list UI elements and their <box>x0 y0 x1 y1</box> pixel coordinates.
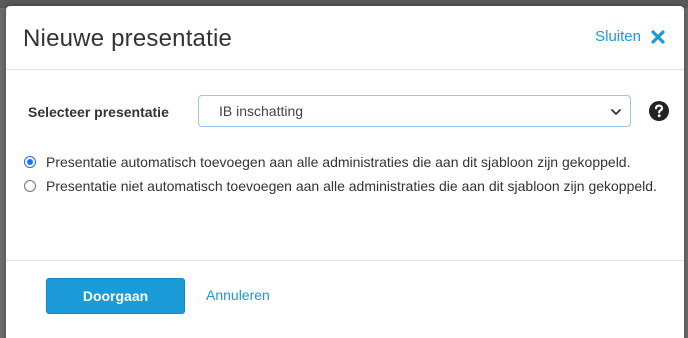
dialog-header: Nieuwe presentatie Sluiten <box>6 6 684 70</box>
dialog-body: Selecteer presentatie IB inschatting Pre… <box>6 70 684 261</box>
radio-button-checked[interactable] <box>24 156 36 168</box>
radio-option-automatic[interactable]: Presentatie automatisch toevoegen aan al… <box>24 151 674 173</box>
close-button[interactable]: Sluiten <box>595 28 666 45</box>
cancel-link[interactable]: Annuleren <box>206 287 270 303</box>
radio-option-not-automatic-label: Presentatie niet automatisch toevoegen a… <box>46 178 657 194</box>
radio-option-automatic-label: Presentatie automatisch toevoegen aan al… <box>46 154 631 170</box>
presentation-select-value: IB inschatting <box>219 103 304 119</box>
radio-option-not-automatic[interactable]: Presentatie niet automatisch toevoegen a… <box>24 175 674 197</box>
add-mode-radio-group: Presentatie automatisch toevoegen aan al… <box>24 151 674 199</box>
close-label: Sluiten <box>595 28 641 45</box>
dialog-title: Nieuwe presentatie <box>23 25 233 52</box>
continue-button[interactable]: Doorgaan <box>46 278 185 314</box>
select-presentation-label: Selecteer presentatie <box>28 104 169 120</box>
new-presentation-dialog: Nieuwe presentatie Sluiten Selecteer pre… <box>6 6 684 338</box>
close-x-icon <box>651 29 665 44</box>
dialog-footer: Doorgaan Annuleren <box>6 261 684 338</box>
chevron-down-icon <box>611 109 621 115</box>
presentation-select-row: Selecteer presentatie IB inschatting <box>28 95 670 131</box>
presentation-select[interactable]: IB inschatting <box>198 95 631 127</box>
radio-button-unchecked[interactable] <box>24 180 36 192</box>
question-circle-icon[interactable] <box>648 100 670 122</box>
